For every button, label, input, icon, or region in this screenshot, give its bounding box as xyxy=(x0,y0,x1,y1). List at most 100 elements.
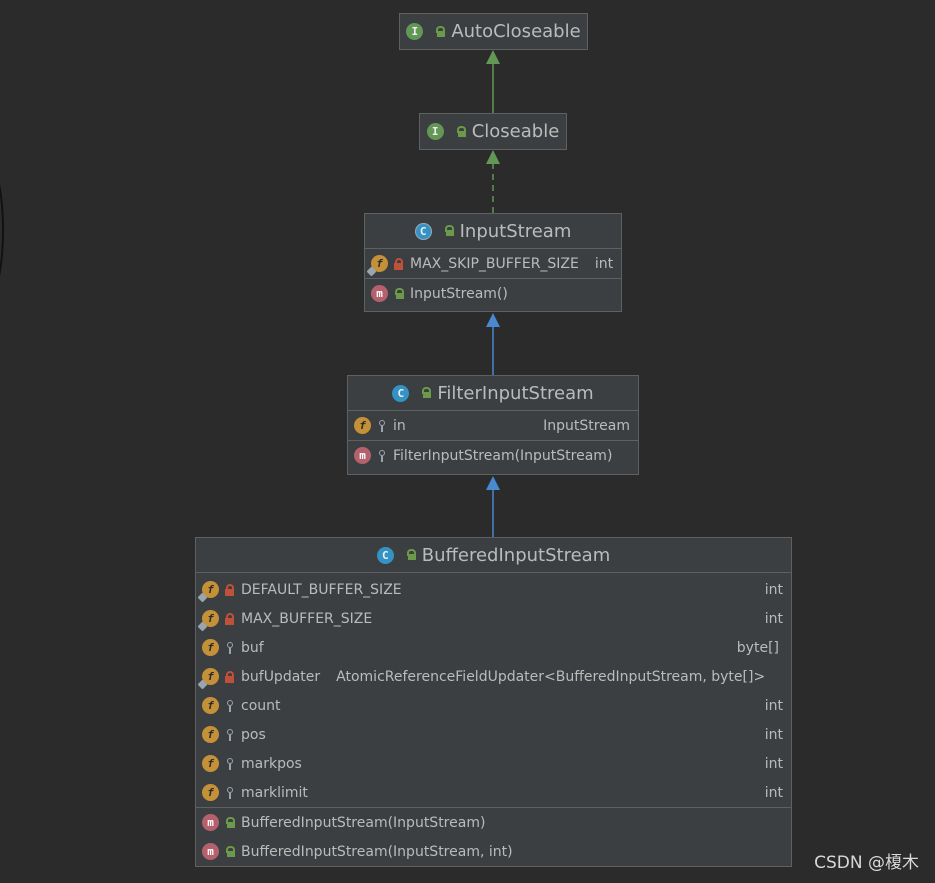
node-autocloseable[interactable]: I AutoCloseable xyxy=(399,13,588,50)
public-lock-icon xyxy=(406,549,416,561)
protected-key-icon xyxy=(225,786,235,799)
public-lock-icon xyxy=(444,225,454,237)
method-name: BufferedInputStream(InputStream, int) xyxy=(241,843,513,860)
node-title: AutoCloseable xyxy=(451,21,581,42)
field-row[interactable]: f pos int xyxy=(196,720,791,749)
field-icon: f xyxy=(202,755,219,772)
node-header: I Closeable xyxy=(420,114,566,149)
methods-section: m FilterInputStream(InputStream) xyxy=(348,441,638,470)
method-icon: m xyxy=(354,447,371,464)
static-field-icon: f xyxy=(197,668,219,690)
fields-section: f in InputStream xyxy=(348,411,638,441)
protected-key-icon xyxy=(225,728,235,741)
field-name: marklimit xyxy=(241,784,308,801)
field-type: int xyxy=(764,784,783,801)
method-icon: m xyxy=(202,814,219,831)
node-filterinputstream[interactable]: C FilterInputStream f in InputStream m F… xyxy=(347,375,639,475)
field-row[interactable]: f markpos int xyxy=(196,749,791,778)
methods-section: m InputStream() xyxy=(365,279,621,308)
field-type: InputStream xyxy=(543,417,630,434)
interface-icon: I xyxy=(426,123,444,140)
public-lock-icon xyxy=(421,387,432,399)
arrowhead-closeable xyxy=(486,150,500,164)
field-name: in xyxy=(393,417,406,434)
field-type: int xyxy=(594,255,614,272)
field-type: int xyxy=(764,697,783,714)
node-title: BufferedInputStream xyxy=(421,544,611,566)
field-row[interactable]: f count int xyxy=(196,691,791,720)
method-name: InputStream() xyxy=(410,285,508,302)
node-bufferedinputstream[interactable]: C BufferedInputStream f DEFAULT_BUFFER_S… xyxy=(195,537,792,867)
method-row[interactable]: m BufferedInputStream(InputStream, int) xyxy=(196,837,791,866)
node-inputstream[interactable]: C InputStream f MAX_SKIP_BUFFER_SIZE int… xyxy=(364,213,622,312)
private-lock-icon xyxy=(225,583,235,596)
field-row[interactable]: f MAX_SKIP_BUFFER_SIZE int xyxy=(365,249,621,278)
protected-key-icon xyxy=(225,757,235,770)
protected-key-icon xyxy=(377,449,387,462)
method-row[interactable]: m BufferedInputStream(InputStream) xyxy=(196,808,791,837)
field-name: bufUpdater xyxy=(241,668,321,685)
field-row[interactable]: f bufUpdater AtomicReferenceFieldUpdater… xyxy=(196,662,791,691)
method-icon: m xyxy=(202,843,219,860)
method-row[interactable]: m InputStream() xyxy=(365,279,621,308)
field-icon: f xyxy=(202,639,219,656)
abstract-class-icon: C xyxy=(414,222,432,240)
node-title: InputStream xyxy=(459,220,572,242)
protected-key-icon xyxy=(225,641,235,654)
protected-key-icon xyxy=(225,699,235,712)
field-type: AtomicReferenceFieldUpdater<BufferedInpu… xyxy=(336,668,766,685)
field-name: MAX_SKIP_BUFFER_SIZE xyxy=(410,255,579,272)
field-name: MAX_BUFFER_SIZE xyxy=(241,610,373,627)
interface-icon: I xyxy=(406,23,424,40)
public-lock-icon xyxy=(394,287,404,300)
arrowhead-filterinputstream xyxy=(486,476,500,490)
static-field-icon: f xyxy=(366,255,388,277)
class-icon: C xyxy=(392,384,410,402)
field-icon: f xyxy=(202,784,219,801)
arrowhead-autocloseable xyxy=(486,50,500,64)
method-icon: m xyxy=(371,285,388,302)
field-icon: f xyxy=(202,697,219,714)
method-name: FilterInputStream(InputStream) xyxy=(393,447,613,464)
field-row[interactable]: f buf byte[] xyxy=(196,633,791,662)
public-lock-icon xyxy=(225,816,235,829)
watermark-text: CSDN @榎木 xyxy=(814,853,919,873)
field-type: int xyxy=(764,610,783,627)
node-title: FilterInputStream xyxy=(437,382,594,404)
methods-section: m BufferedInputStream(InputStream) m Buf… xyxy=(196,808,791,866)
static-field-icon: f xyxy=(197,610,219,632)
node-header: C BufferedInputStream xyxy=(196,538,791,573)
field-icon: f xyxy=(354,417,371,434)
field-name: DEFAULT_BUFFER_SIZE xyxy=(241,581,402,598)
field-name: count xyxy=(241,697,281,714)
static-field-icon: f xyxy=(197,581,219,603)
field-type: int xyxy=(764,755,783,772)
node-header: I AutoCloseable xyxy=(400,14,587,49)
field-name: markpos xyxy=(241,755,302,772)
node-header: C InputStream xyxy=(365,214,621,249)
private-lock-icon xyxy=(225,612,235,625)
node-title: Closeable xyxy=(471,121,560,142)
method-name: BufferedInputStream(InputStream) xyxy=(241,814,486,831)
field-name: pos xyxy=(241,726,266,743)
field-row[interactable]: f in InputStream xyxy=(348,411,638,440)
public-lock-icon xyxy=(456,125,466,138)
class-icon: C xyxy=(376,546,394,564)
field-type: int xyxy=(764,726,783,743)
field-type: int xyxy=(764,581,783,598)
fields-section: f DEFAULT_BUFFER_SIZE int f MAX_BUFFER_S… xyxy=(196,573,791,808)
private-lock-icon xyxy=(394,257,404,270)
node-closeable[interactable]: I Closeable xyxy=(419,113,567,150)
field-row[interactable]: f MAX_BUFFER_SIZE int xyxy=(196,604,791,633)
method-row[interactable]: m FilterInputStream(InputStream) xyxy=(348,441,638,470)
arrowhead-inputstream xyxy=(486,313,500,327)
protected-key-icon xyxy=(377,419,387,432)
field-type: byte[] xyxy=(736,639,779,656)
field-row[interactable]: f marklimit int xyxy=(196,778,791,807)
field-name: buf xyxy=(241,639,264,656)
public-lock-icon xyxy=(435,25,446,38)
node-header: C FilterInputStream xyxy=(348,376,638,411)
private-lock-icon xyxy=(225,670,235,683)
public-lock-icon xyxy=(225,845,235,858)
field-row[interactable]: f DEFAULT_BUFFER_SIZE int xyxy=(196,575,791,604)
